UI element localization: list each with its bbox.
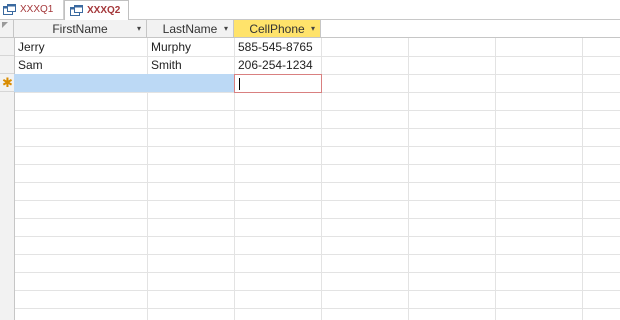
- record-selector[interactable]: [0, 56, 14, 74]
- cell-cellphone[interactable]: 206-254-1234: [234, 56, 321, 74]
- column-header-label: LastName: [162, 21, 218, 36]
- text-cursor: [239, 78, 240, 90]
- tab-xxxq1[interactable]: XXXQ1: [0, 0, 64, 19]
- column-header-firstname[interactable]: FirstName ▾: [14, 20, 147, 38]
- column-header-lastname[interactable]: LastName ▾: [147, 20, 234, 38]
- cell-lastname[interactable]: Murphy: [147, 38, 234, 56]
- query-icon: [3, 3, 16, 15]
- cell-lastname[interactable]: Smith: [147, 56, 234, 74]
- new-record-row[interactable]: [14, 74, 234, 92]
- column-header-label: FirstName: [52, 21, 108, 36]
- cell-cellphone[interactable]: 585-545-8765: [234, 38, 321, 56]
- query-icon: [70, 4, 83, 16]
- cell-firstname[interactable]: Sam: [14, 56, 147, 74]
- chevron-down-icon[interactable]: ▾: [137, 24, 141, 33]
- header-empty-area: [321, 20, 620, 38]
- document-tab-bar: XXXQ1 XXXQ2: [0, 0, 620, 20]
- tab-label: XXXQ2: [87, 5, 121, 16]
- chevron-down-icon[interactable]: ▾: [311, 24, 315, 33]
- select-all-triangle-icon: [2, 22, 8, 28]
- active-cell-cellphone-input[interactable]: [234, 74, 322, 93]
- select-all-corner[interactable]: [0, 20, 14, 38]
- chevron-down-icon[interactable]: ▾: [224, 24, 228, 33]
- new-record-icon[interactable]: ✱: [0, 74, 14, 92]
- column-header-cellphone[interactable]: CellPhone ▾: [234, 20, 321, 38]
- record-selector-column: ✱: [0, 38, 15, 320]
- datasheet-grid: FirstName ▾ LastName ▾ CellPhone ▾ ✱ Jer…: [0, 20, 620, 320]
- tab-xxxq2[interactable]: XXXQ2: [64, 0, 129, 20]
- record-selector[interactable]: [0, 38, 14, 56]
- cell-firstname[interactable]: Jerry: [14, 38, 147, 56]
- tab-label: XXXQ1: [20, 4, 54, 15]
- column-header-label: CellPhone: [249, 21, 305, 36]
